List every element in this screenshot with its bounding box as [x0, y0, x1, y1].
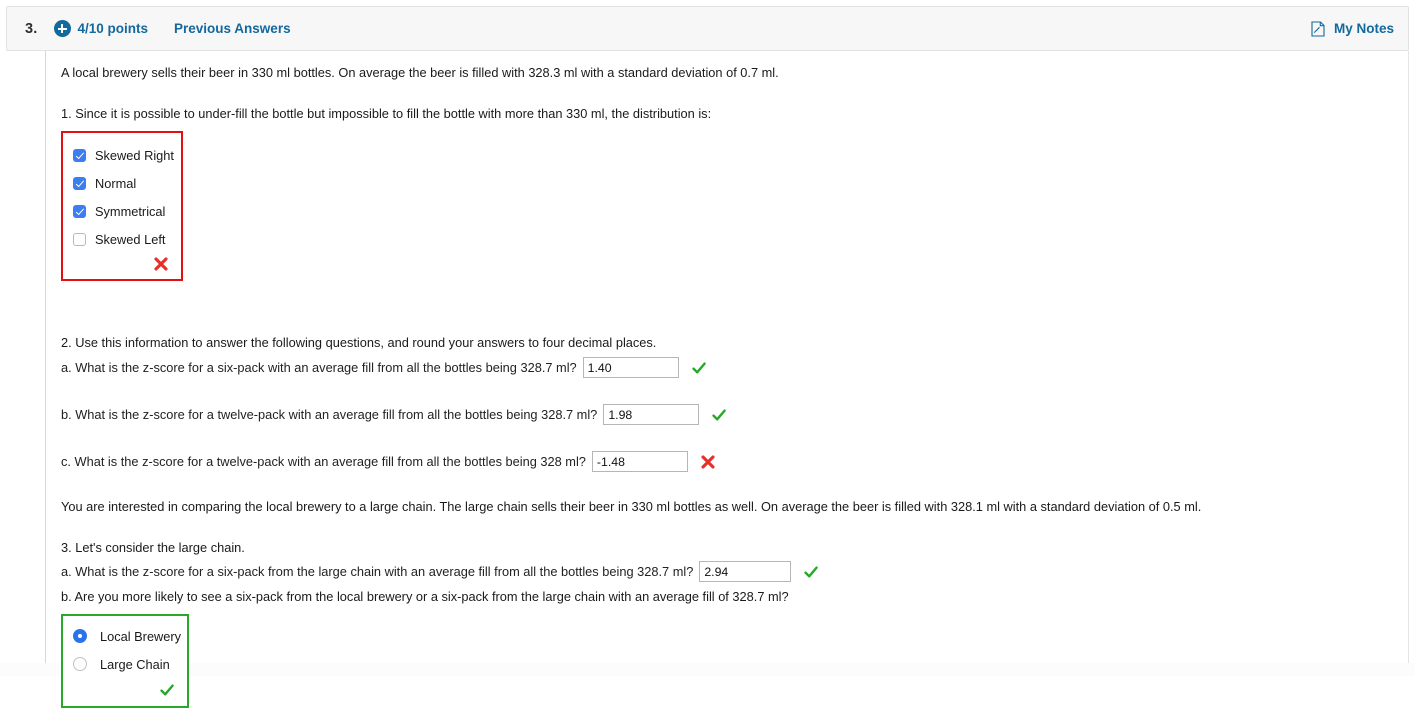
q3-item-a-input[interactable]: [699, 561, 792, 582]
q1-option-label: Skewed Right: [95, 147, 174, 163]
q3-item-b-label: b. Are you more likely to see a six-pack…: [61, 589, 789, 604]
q2-item-b-input[interactable]: [603, 404, 700, 425]
q1-result-row: [73, 253, 171, 275]
checkbox-skewed-left[interactable]: [73, 232, 86, 246]
q1-option-row[interactable]: Normal: [73, 169, 171, 197]
q2-item-c-input[interactable]: [591, 451, 688, 472]
q2-prompt: 2. Use this information to answer the fo…: [61, 335, 657, 350]
question-content: A local brewery sells their beer in 330 …: [61, 51, 1405, 708]
checkbox-skewed-right[interactable]: [73, 148, 86, 162]
red-x-icon: [154, 257, 168, 271]
green-check-icon: [691, 361, 706, 373]
checkbox-normal[interactable]: [73, 176, 86, 190]
q3-option-row[interactable]: Large Chain: [73, 650, 177, 678]
q1-option-label: Symmetrical: [95, 203, 166, 219]
radio-large-chain[interactable]: [73, 657, 87, 671]
radio-local-brewery[interactable]: [73, 629, 87, 643]
chain-intro-text: You are interested in comparing the loca…: [61, 499, 1202, 514]
my-notes-label: My Notes: [1333, 21, 1394, 36]
q3-prompt: 3. Let's consider the large chain.: [61, 540, 245, 555]
q2-item-b: b. What is the z-score for a twelve-pack…: [61, 404, 1405, 425]
right-edge-line: [1408, 51, 1409, 676]
q2-item-a-input[interactable]: [582, 357, 679, 378]
q3-option-label: Local Brewery: [100, 628, 182, 644]
question-page: 3. 4/10 points Previous Answers My Notes…: [0, 0, 1415, 708]
q2-item-c: c. What is the z-score for a twelve-pack…: [61, 451, 1405, 472]
note-page-icon: [1311, 20, 1325, 37]
plus-circle-icon[interactable]: [53, 20, 71, 37]
q3-item-a: a. What is the z-score for a six-pack fr…: [61, 561, 1405, 582]
q2-item-b-label: b. What is the z-score for a twelve-pack…: [61, 406, 598, 422]
my-notes-button[interactable]: My Notes: [1311, 20, 1394, 37]
intro-text: A local brewery sells their beer in 330 …: [61, 65, 779, 80]
green-check-icon: [712, 408, 727, 420]
q2-item-c-label: c. What is the z-score for a twelve-pack…: [61, 453, 586, 469]
q1-option-row[interactable]: Skewed Left: [73, 225, 171, 253]
q3-choice-group[interactable]: Local Brewery Large Chain: [61, 614, 189, 708]
q3-option-row[interactable]: Local Brewery: [73, 622, 181, 650]
q1-option-row[interactable]: Symmetrical: [73, 197, 171, 225]
q1-choice-group[interactable]: Skewed Right Normal Symmetrical Skewed L…: [61, 131, 183, 281]
q1-option-label: Skewed Left: [95, 231, 166, 247]
q3-result-row: [73, 678, 177, 702]
points-label: 4/10 points: [77, 21, 149, 36]
green-check-icon: [804, 565, 819, 577]
q1-option-label: Normal: [95, 175, 137, 191]
left-divider-line: [45, 51, 46, 676]
question-number: 3.: [25, 20, 38, 37]
q2-item-a: a. What is the z-score for a six-pack wi…: [61, 357, 1405, 378]
red-x-icon: [701, 454, 715, 469]
question-header-bar: 3. 4/10 points Previous Answers My Notes: [6, 6, 1409, 51]
q1-prompt: 1. Since it is possible to under-fill th…: [61, 106, 712, 121]
previous-answers-link[interactable]: Previous Answers: [174, 21, 291, 36]
q3-item-a-label: a. What is the z-score for a six-pack fr…: [61, 563, 694, 579]
q1-option-row[interactable]: Skewed Right: [73, 141, 174, 169]
q2-item-a-label: a. What is the z-score for a six-pack wi…: [61, 359, 577, 375]
checkbox-symmetrical[interactable]: [73, 204, 86, 218]
q3-option-label: Large Chain: [100, 656, 170, 672]
points-group[interactable]: 4/10 points: [53, 20, 149, 37]
green-check-icon: [160, 684, 174, 696]
